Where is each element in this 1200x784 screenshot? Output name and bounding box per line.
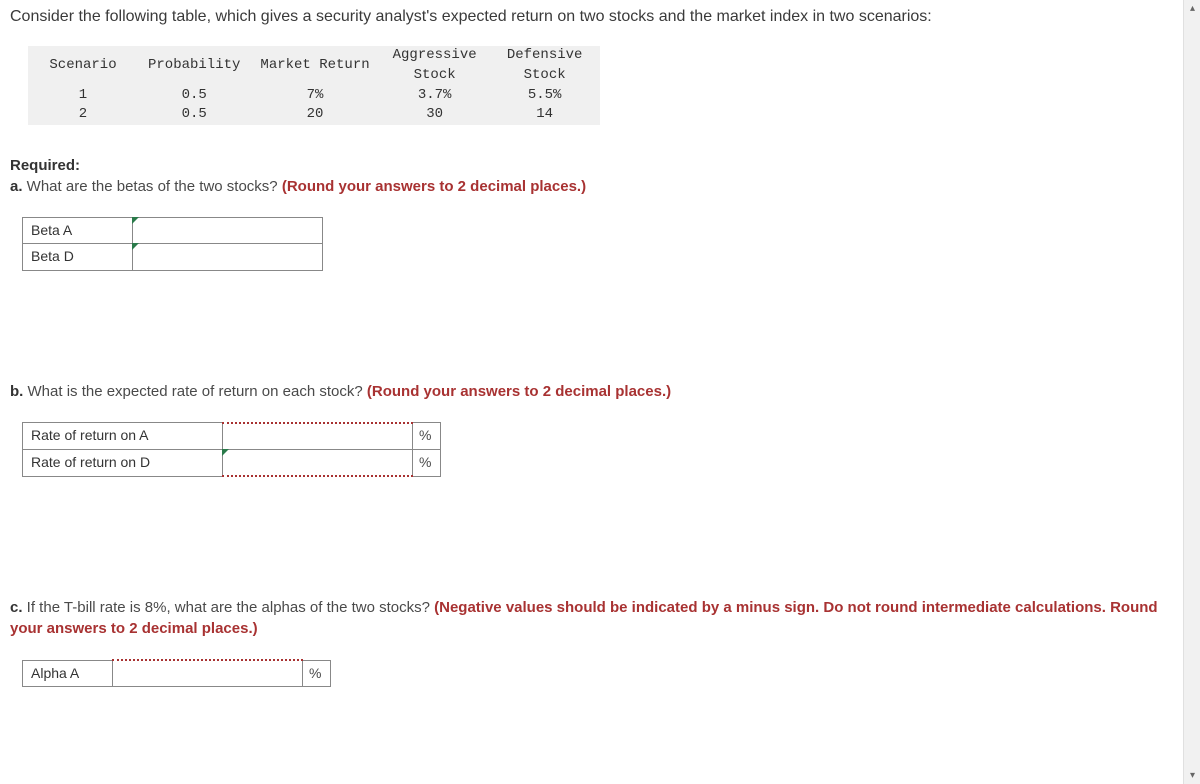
answer-table-a: Beta A Beta D [22, 217, 323, 271]
required-label: Required: [10, 155, 1190, 176]
return-d-input-cell[interactable] [223, 450, 413, 477]
beta-a-label: Beta A [23, 217, 133, 244]
input-marker-icon [132, 243, 139, 250]
header-defensive-bottom: Stock [490, 66, 600, 86]
header-market-return: Market Return [250, 46, 379, 85]
question-a-hint: (Round your answers to 2 decimal places.… [282, 178, 586, 195]
question-b-prefix: b. [10, 383, 23, 400]
vertical-scrollbar[interactable]: ▴ ▾ [1183, 0, 1200, 784]
question-a: a. What are the betas of the two stocks?… [10, 176, 1190, 197]
alpha-a-input[interactable] [113, 663, 302, 683]
return-a-input[interactable] [223, 426, 412, 446]
return-a-input-cell[interactable] [223, 423, 413, 450]
header-aggressive-top: Aggressive [380, 46, 490, 66]
beta-d-label: Beta D [23, 244, 133, 271]
input-marker-icon [132, 217, 139, 224]
return-a-label: Rate of return on A [23, 423, 223, 450]
header-probability: Probability [138, 46, 250, 85]
beta-d-input[interactable] [133, 247, 322, 267]
return-d-label: Rate of return on D [23, 450, 223, 477]
answer-table-c: Alpha A % [22, 659, 331, 687]
input-marker-icon [222, 449, 229, 456]
return-d-unit: % [413, 450, 441, 477]
beta-a-input[interactable] [133, 220, 322, 240]
return-d-input[interactable] [223, 452, 412, 472]
header-aggressive-bottom: Stock [380, 66, 490, 86]
beta-d-input-cell[interactable] [133, 244, 323, 271]
question-b-hint: (Round your answers to 2 decimal places.… [367, 383, 671, 400]
question-a-prefix: a. [10, 178, 23, 195]
question-a-text: What are the betas of the two stocks? [23, 178, 282, 195]
alpha-a-unit: % [303, 660, 331, 687]
scroll-up-arrow-icon[interactable]: ▴ [1184, 0, 1200, 17]
return-a-unit: % [413, 423, 441, 450]
scenario-data-table: Scenario Probability Market Return Aggre… [28, 46, 600, 124]
question-b: b. What is the expected rate of return o… [10, 381, 1190, 402]
question-b-text: What is the expected rate of return on e… [23, 383, 367, 400]
header-scenario: Scenario [28, 46, 138, 85]
question-c-text: If the T-bill rate is 8%, what are the a… [23, 599, 435, 616]
table-row: 2 0.5 20 30 14 [28, 105, 600, 125]
alpha-a-label: Alpha A [23, 660, 113, 687]
header-defensive-top: Defensive [490, 46, 600, 66]
scroll-down-arrow-icon[interactable]: ▾ [1184, 767, 1200, 784]
beta-a-input-cell[interactable] [133, 217, 323, 244]
intro-text: Consider the following table, which give… [10, 6, 1190, 28]
table-row: 1 0.5 7% 3.7% 5.5% [28, 86, 600, 106]
alpha-a-input-cell[interactable] [113, 660, 303, 687]
question-c-prefix: c. [10, 599, 23, 616]
answer-table-b: Rate of return on A % Rate of return on … [22, 422, 441, 477]
question-c: c. If the T-bill rate is 8%, what are th… [10, 597, 1190, 639]
